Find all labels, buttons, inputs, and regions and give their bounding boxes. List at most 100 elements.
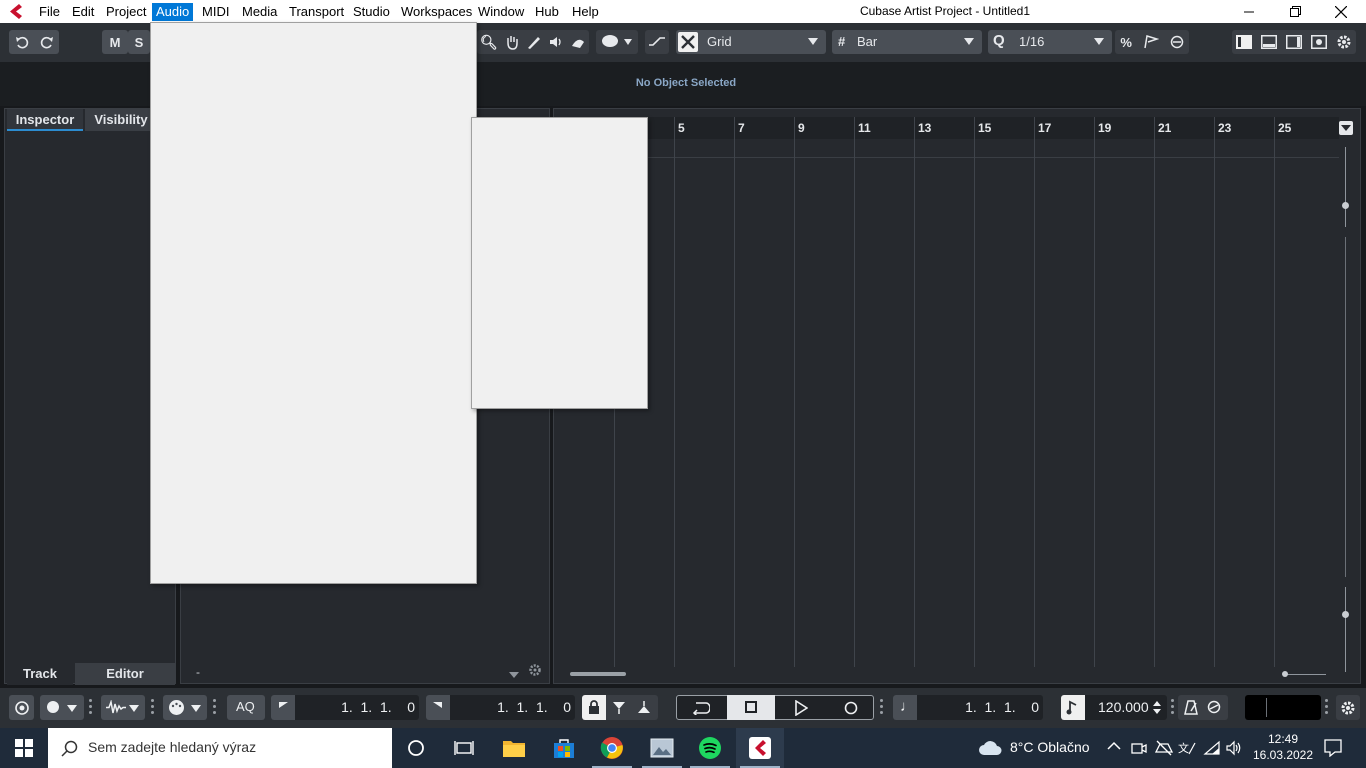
zoom-tool-icon[interactable]: 🔍︎ — [480, 34, 498, 51]
ruler-bar-number[interactable]: 11 — [858, 121, 871, 135]
track-list-chevron-down-icon[interactable] — [509, 672, 519, 678]
menu-help[interactable]: Help — [568, 3, 603, 21]
ruler-bar-number[interactable]: 19 — [1098, 121, 1111, 135]
menu-studio[interactable]: Studio — [349, 3, 394, 21]
menu-transport[interactable]: Transport — [285, 3, 348, 21]
window-settings-icon[interactable] — [1310, 35, 1327, 49]
task-view-button[interactable] — [440, 728, 488, 768]
start-button[interactable] — [0, 728, 48, 768]
weather-text[interactable]: 8°C Oblačno — [1010, 739, 1090, 755]
camera-icon[interactable] — [1131, 740, 1147, 756]
tempo-track-button[interactable] — [1061, 695, 1085, 720]
metronome-icon[interactable] — [1184, 700, 1198, 715]
menu-workspaces[interactable]: Workspaces — [397, 3, 476, 21]
photos-button[interactable] — [638, 728, 686, 768]
restore-button[interactable] — [1272, 0, 1318, 23]
right-locator-field[interactable]: 1. 1. 1. 0 — [426, 695, 575, 720]
network-off-icon[interactable] — [1155, 740, 1173, 756]
ruler-bar-number[interactable]: 23 — [1218, 121, 1231, 135]
keyboard-language-icon[interactable]: 文 — [1178, 740, 1196, 756]
play-icon[interactable] — [794, 700, 808, 716]
snap-toggle-icon[interactable] — [678, 32, 698, 52]
tab-editor[interactable]: Editor — [75, 663, 175, 685]
audio-menu-dropdown[interactable] — [150, 22, 477, 584]
chevron-up-icon[interactable] — [1107, 741, 1121, 751]
snap-type-select[interactable]: Grid — [676, 30, 826, 54]
menu-media[interactable]: Media — [238, 3, 281, 21]
precount-icon[interactable] — [1207, 700, 1221, 714]
notification-icon[interactable] — [1324, 739, 1342, 757]
iterative-quantize-icon[interactable]: % — [1120, 35, 1132, 50]
menu-edit[interactable]: Edit — [68, 3, 98, 21]
lower-zone-icon[interactable] — [1261, 35, 1278, 49]
store-button[interactable] — [540, 728, 588, 768]
solo-button[interactable]: S — [128, 30, 150, 54]
cortana-button[interactable] — [392, 728, 440, 768]
menu-midi[interactable]: MIDI — [198, 3, 233, 21]
hand-tool-icon[interactable] — [504, 34, 520, 50]
horizontal-zoom-handle[interactable] — [1282, 671, 1288, 677]
menu-audio[interactable]: Audio — [152, 3, 194, 21]
vertical-zoom-handle[interactable] — [1342, 202, 1349, 209]
grid-type-select[interactable]: # Bar — [832, 30, 982, 54]
comp-tool-icon[interactable] — [570, 34, 586, 50]
file-explorer-button[interactable] — [490, 728, 538, 768]
primary-time-display[interactable]: ♩ 1. 1. 1. 0 — [893, 695, 1043, 720]
ruler-bar-number[interactable]: 15 — [978, 121, 991, 135]
menu-file[interactable]: File — [35, 3, 64, 21]
ruler-bar-number[interactable]: 7 — [738, 121, 745, 135]
draw-tool-icon[interactable] — [526, 34, 542, 50]
left-locator-icon[interactable] — [271, 695, 295, 720]
ruler-bar-number[interactable]: 25 — [1278, 121, 1291, 135]
stop-button[interactable] — [727, 695, 775, 720]
cycle-icon[interactable] — [692, 701, 710, 715]
ruler-bar-number[interactable]: 21 — [1158, 121, 1171, 135]
cloud-icon[interactable] — [978, 739, 1002, 756]
speaker-tool-icon[interactable] — [548, 34, 564, 50]
ruler-bar-number[interactable]: 5 — [678, 121, 685, 135]
quantize-select[interactable]: Q 1/16 — [988, 30, 1112, 54]
audio-performance-menu[interactable] — [101, 695, 145, 720]
quantize-reset-icon[interactable] — [1170, 35, 1184, 49]
sync-button[interactable] — [9, 695, 34, 720]
menu-hub[interactable]: Hub — [531, 3, 563, 21]
left-zone-icon[interactable] — [1236, 35, 1253, 49]
ruler-settings-button[interactable] — [1339, 121, 1353, 135]
ruler-bar-number[interactable]: 13 — [918, 121, 931, 135]
cubase-logo-icon[interactable] — [6, 3, 26, 20]
punch-in-icon[interactable] — [612, 700, 626, 715]
audio-submenu-dropdown[interactable] — [471, 117, 648, 409]
minimize-button[interactable] — [1226, 0, 1272, 23]
tab-visibility[interactable]: Visibility — [85, 109, 157, 131]
redo-icon[interactable] — [40, 35, 54, 49]
clock[interactable]: 12:49 16.03.2022 — [1244, 731, 1322, 763]
gear-icon[interactable] — [1336, 34, 1352, 50]
tab-inspector[interactable]: Inspector — [7, 109, 83, 131]
chrome-button[interactable] — [588, 728, 636, 768]
acoustic-feedback-menu[interactable] — [596, 30, 638, 54]
record-icon[interactable] — [844, 701, 858, 715]
horizontal-scrollbar-thumb[interactable] — [570, 672, 626, 676]
cubase-taskbar-button[interactable] — [736, 728, 784, 768]
ruler-bar-number[interactable]: 9 — [798, 121, 805, 135]
mute-button[interactable]: M — [102, 30, 128, 54]
tempo-field[interactable]: 120.000 — [1061, 695, 1167, 720]
tab-track[interactable]: Track — [7, 663, 73, 685]
wifi-icon[interactable] — [1203, 740, 1221, 756]
track-list-gear-icon[interactable] — [528, 663, 542, 677]
taskbar-search-box[interactable]: Sem zadejte hledaný výraz — [48, 728, 392, 768]
track-height-handle[interactable] — [1342, 611, 1349, 618]
transport-settings-button[interactable] — [1336, 695, 1360, 720]
lock-button[interactable] — [582, 695, 606, 720]
volume-icon[interactable] — [1226, 740, 1244, 756]
right-locator-icon[interactable] — [426, 695, 450, 720]
menu-project[interactable]: Project — [102, 3, 150, 21]
undo-icon[interactable] — [15, 35, 29, 49]
time-format-button[interactable]: ♩ — [893, 695, 917, 720]
quantize-flag-icon[interactable] — [1143, 35, 1159, 49]
auto-scroll-button[interactable] — [645, 30, 669, 54]
menu-window[interactable]: Window — [474, 3, 528, 21]
ruler-bar-number[interactable]: 17 — [1038, 121, 1051, 135]
left-locator-field[interactable]: 1. 1. 1. 0 — [271, 695, 419, 720]
project-event-display[interactable]: 5 7 9 11 13 15 17 19 21 23 25 — [553, 108, 1361, 684]
